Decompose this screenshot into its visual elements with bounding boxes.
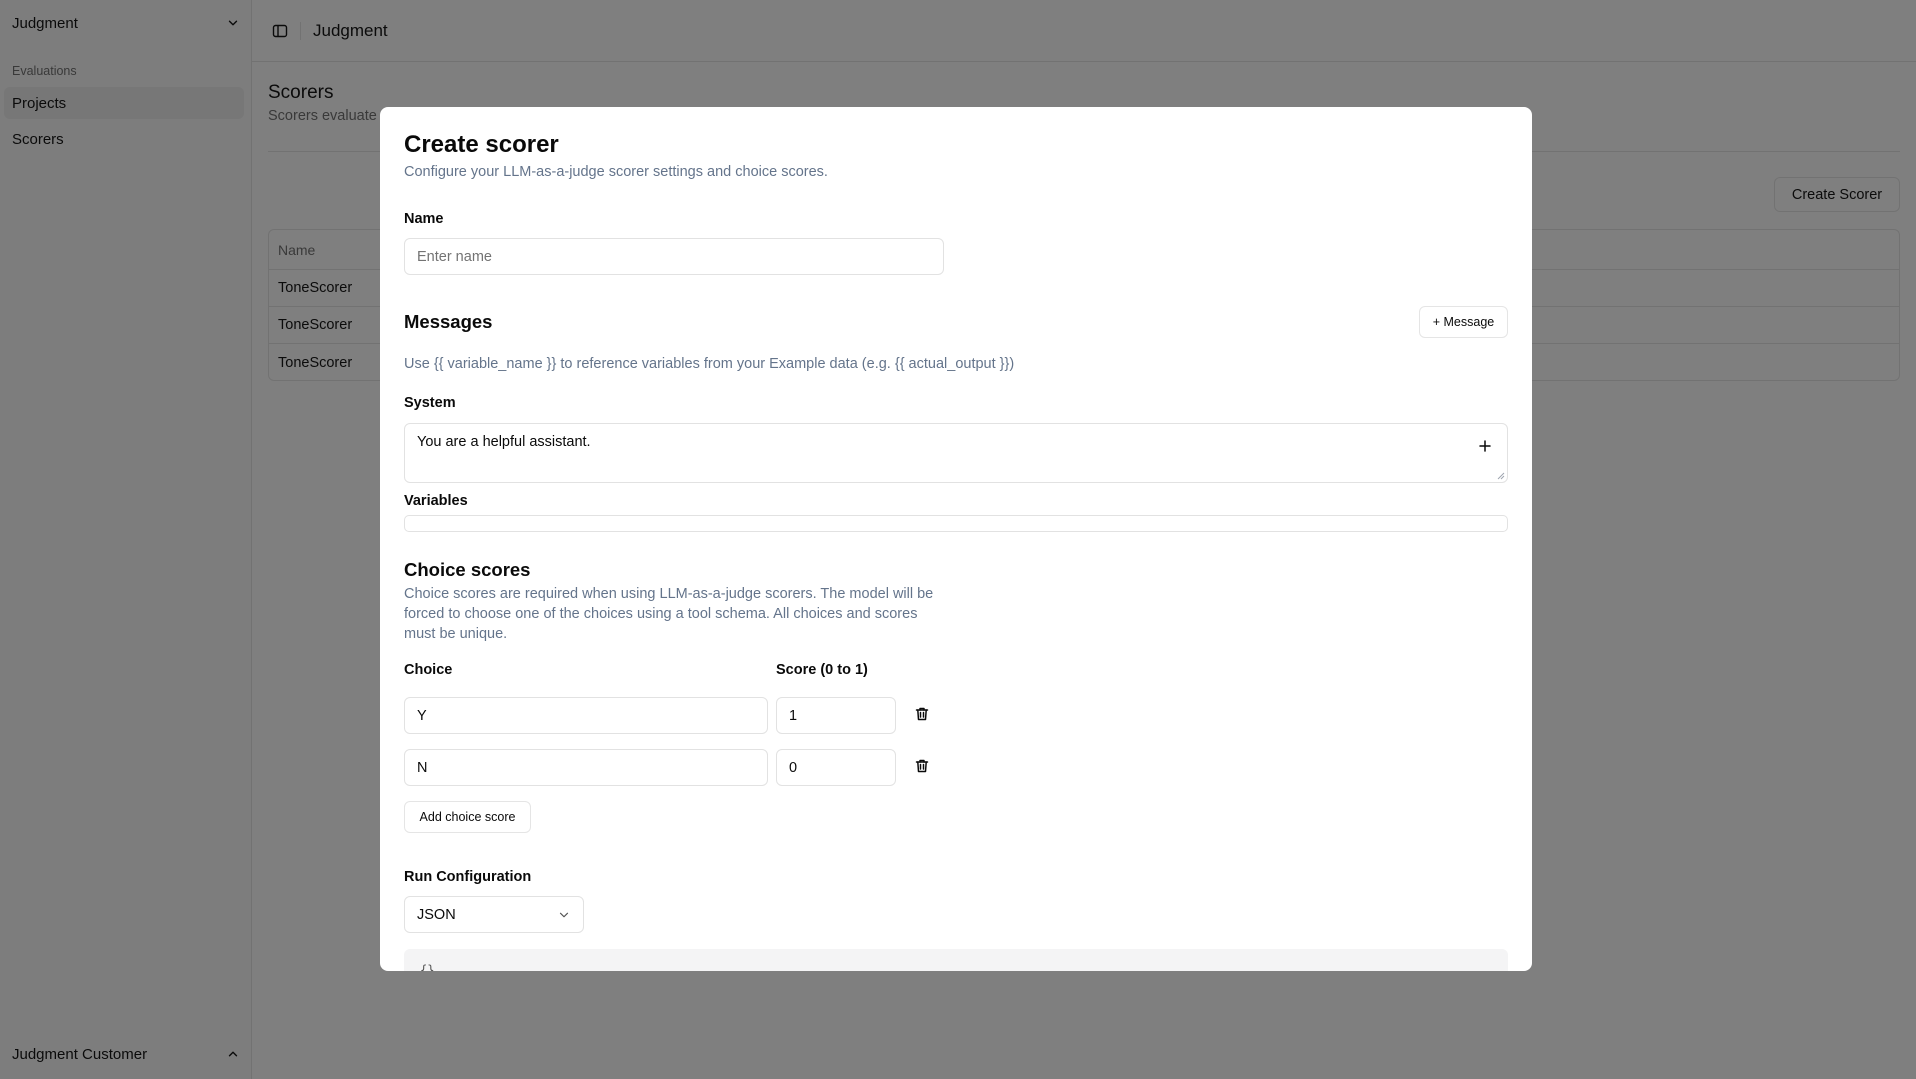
resize-handle-icon[interactable] [1497, 472, 1505, 480]
choice-scores-description: Choice scores are required when using LL… [404, 586, 934, 642]
run-configuration-value: JSON [417, 906, 456, 923]
name-label: Name [404, 211, 444, 227]
create-scorer-dialog: Create scorer Configure your LLM-as-a-ju… [380, 107, 1532, 971]
messages-title: Messages [404, 311, 493, 332]
trash-icon[interactable] [914, 758, 930, 774]
system-label: System [404, 395, 456, 411]
run-configuration-label: Run Configuration [404, 869, 532, 885]
add-message-button[interactable]: + Message [1419, 306, 1508, 338]
messages-hint: Use {{ variable_name }} to reference var… [404, 356, 1015, 372]
score-column-label: Score (0 to 1) [776, 662, 868, 678]
trash-icon[interactable] [914, 706, 930, 722]
choice-input[interactable]: Y [404, 697, 768, 734]
variables-field[interactable] [404, 515, 1508, 532]
dialog-title: Create scorer [404, 131, 559, 158]
system-message-text: You are a helpful assistant. [417, 434, 591, 450]
chevron-down-icon [559, 912, 569, 917]
score-input[interactable]: 0 [776, 749, 896, 786]
choice-input[interactable]: N [404, 749, 768, 786]
code-preview-text: {} [420, 963, 435, 971]
config-code-preview[interactable]: {} [404, 949, 1508, 971]
system-message-textarea[interactable]: You are a helpful assistant. [404, 423, 1508, 483]
choice-scores-title: Choice scores [404, 559, 531, 580]
choice-column-label: Choice [404, 662, 453, 678]
dialog-description: Configure your LLM-as-a-judge scorer set… [404, 164, 828, 180]
add-choice-score-button[interactable]: Add choice score [404, 801, 531, 833]
plus-icon[interactable] [1477, 438, 1493, 454]
variables-label: Variables [404, 493, 468, 509]
score-input[interactable]: 1 [776, 697, 896, 734]
run-configuration-select[interactable]: JSON [404, 896, 584, 933]
name-input[interactable]: Enter name [404, 238, 944, 275]
